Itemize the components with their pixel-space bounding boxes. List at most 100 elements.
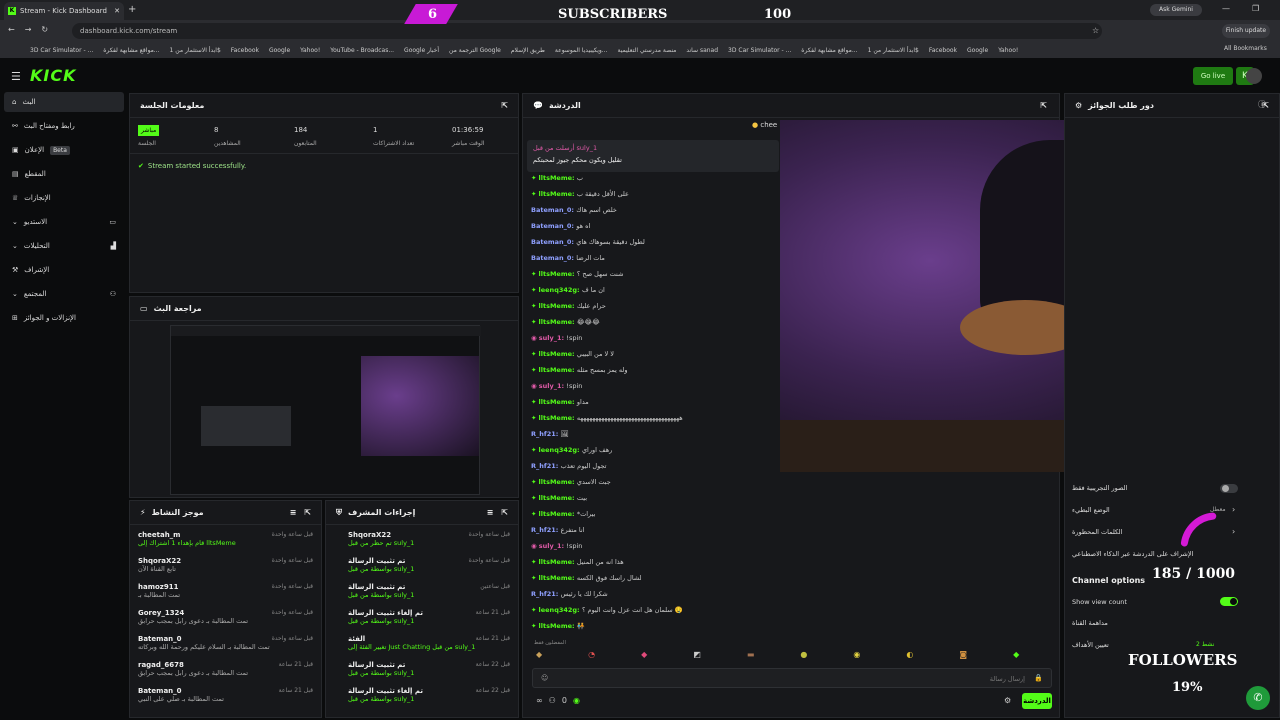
setting-goals[interactable]: تعيين الأهداف	[1072, 641, 1109, 649]
sidebar-item-moderation[interactable]: ⚒ الإشراف	[4, 260, 124, 280]
chat-message[interactable]: ✦ leenq342g: سلمان هل انت عزل وانت اليوم…	[531, 606, 683, 614]
emote-icon[interactable]: ◩	[693, 650, 701, 664]
all-bookmarks[interactable]: All Bookmarks	[1224, 45, 1267, 52]
chat-message[interactable]: Bateman_0: لطول دقيقة بسوهاك هاي	[531, 238, 645, 246]
chat-message[interactable]: ✦ lltsMeme: لشال راسك فوق الكسه	[531, 574, 642, 582]
setting-banned-words[interactable]: الكلمات المحظورة	[1072, 528, 1122, 536]
setting-slow-mode[interactable]: الوضع البطيء	[1072, 506, 1110, 514]
emote-icon[interactable]: ◆	[536, 650, 542, 664]
chat-message[interactable]: Bateman_0: خلص اسم هاك	[531, 206, 617, 214]
chat-message[interactable]: ◉ suly_1: !spin	[531, 382, 582, 390]
chat-message[interactable]: ✦ lltsMeme: 🧑‍🤝‍🧑	[531, 622, 585, 630]
bookmark-item[interactable]: Google	[967, 47, 988, 54]
chat-username[interactable]: lltsMeme:	[539, 270, 577, 278]
chat-message[interactable]: ✦ lltsMeme: جبت الاسدي	[531, 478, 611, 486]
emotes-only-toggle[interactable]	[1220, 484, 1238, 493]
finish-update-button[interactable]: Finish update	[1222, 24, 1270, 38]
chat-username[interactable]: Bateman_0:	[531, 254, 576, 262]
forward-icon[interactable]: →	[25, 25, 32, 34]
bookmark-item[interactable]: منصة مدرستي التعليمية	[618, 47, 677, 54]
chat-message[interactable]: ✦ lltsMeme: مداو	[531, 398, 589, 406]
chat-message[interactable]: ✦ lltsMeme: ب	[531, 174, 583, 182]
chat-message[interactable]: ✦ leenq342g: ان ما ف	[531, 286, 605, 294]
chat-message[interactable]: Bateman_0: مات الرضا	[531, 254, 605, 262]
bookmark-item[interactable]: Facebook	[929, 47, 957, 54]
kick-logo[interactable]: KICK	[30, 66, 77, 85]
bookmark-item[interactable]: الترجمة من Google	[449, 47, 501, 54]
sidebar-item-analytics[interactable]: ⌄ التحليلات ▟	[4, 236, 124, 256]
sidebar-item-achievements[interactable]: ♕ الإنجازات	[4, 188, 124, 208]
chat-message[interactable]: ✦ lltsMeme: لا لا من البيبي	[531, 350, 614, 358]
emoji-icon[interactable]: ☺	[541, 674, 548, 682]
popout-icon[interactable]: ⇱	[304, 508, 311, 517]
chat-username[interactable]: lltsMeme:	[539, 622, 577, 630]
url-field[interactable]: dashboard.kick.com/stream	[72, 23, 1102, 39]
chat-message[interactable]: R_hf21: انا متفرع	[531, 526, 584, 534]
chat-message[interactable]: ✦ lltsMeme: حرام عليك	[531, 302, 606, 310]
popout-icon[interactable]: ⇱	[501, 101, 508, 110]
chat-username[interactable]: lltsMeme:	[539, 190, 577, 198]
chat-message[interactable]: R_hf21: تجول اليوم تعذب	[531, 462, 606, 470]
emote-icon[interactable]: ◉	[853, 650, 860, 664]
chat-message[interactable]: ✦ leenq342g: رهف اوراي	[531, 446, 612, 454]
chat-message[interactable]: ✦ lltsMeme: بيت	[531, 494, 587, 502]
help-chat-button[interactable]: ✆	[1246, 686, 1270, 710]
emote-icon[interactable]: ◐	[906, 650, 913, 664]
chat-username[interactable]: R_hf21:	[531, 590, 561, 598]
reload-icon[interactable]: ↻	[41, 25, 48, 34]
sidebar-item-live[interactable]: ⌂ البث	[4, 92, 124, 112]
chat-username[interactable]: R_hf21:	[531, 430, 561, 438]
chat-message[interactable]: ✦ lltsMeme: شنت سهل صح ؟	[531, 270, 623, 278]
bookmark-item[interactable]: مواقع مشابهة لفكرة...	[801, 47, 857, 54]
sidebar-item-stream-key[interactable]: ⚯ رابط ومفتاح البث	[4, 116, 124, 136]
bookmark-item[interactable]: ساند sanad	[686, 47, 718, 54]
bookmark-item[interactable]: ابدأ الاستثمار من 1$	[170, 47, 221, 54]
bookmark-star-icon[interactable]: ☆	[1092, 26, 1099, 35]
emote-icon[interactable]: ◆	[641, 650, 647, 664]
chat-message[interactable]: ◉ suly_1: !spin	[531, 334, 582, 342]
avatar[interactable]	[1246, 68, 1262, 84]
bookmark-item[interactable]: Google أخبار	[404, 47, 439, 54]
popout-icon[interactable]: ⇱	[501, 508, 508, 517]
chat-message[interactable]: ✦ lltsMeme: وله يمز بمسح مثله	[531, 366, 627, 374]
bookmark-item[interactable]: YouTube - Broadcas...	[330, 47, 394, 54]
show-view-count-toggle[interactable]	[1220, 597, 1238, 606]
chat-message[interactable]: ✦ lltsMeme: على الأقل دقيقة ب	[531, 190, 629, 198]
bookmark-item[interactable]: 3D Car Simulator - ...	[728, 47, 791, 54]
minimize-icon[interactable]: —	[1222, 4, 1230, 13]
bookmark-item[interactable]: Facebook	[231, 47, 259, 54]
chat-username[interactable]: suly_1:	[539, 334, 567, 342]
chat-username[interactable]: lltsMeme:	[539, 302, 577, 310]
chat-message[interactable]: R_hf21: شكرا لك يا رئيس	[531, 590, 608, 598]
bookmark-item[interactable]: طريق الإسلام	[511, 47, 545, 54]
bookmark-item[interactable]: Yahoo!	[998, 47, 1018, 54]
chat-username[interactable]: lltsMeme:	[539, 414, 577, 422]
sidebar-item-studio[interactable]: ⌄ الاستديو ▭	[4, 212, 124, 232]
chat-message[interactable]: ✦ lltsMeme: 😂😂😂	[531, 318, 600, 326]
chat-username[interactable]: lltsMeme:	[539, 510, 577, 518]
setting-raid[interactable]: مداهمة القناة	[1072, 619, 1108, 627]
bookmark-item[interactable]: Yahoo!	[300, 47, 320, 54]
chat-username[interactable]: leenq342g:	[539, 446, 582, 454]
chat-username[interactable]: suly_1:	[539, 382, 567, 390]
info-icon[interactable]: ⓘ	[1258, 99, 1266, 110]
back-icon[interactable]: ←	[8, 25, 15, 34]
filter-icon[interactable]: ≡	[487, 508, 494, 517]
maximize-icon[interactable]: ❐	[1252, 4, 1259, 13]
chat-username[interactable]: lltsMeme:	[539, 398, 577, 406]
chat-input[interactable]: ☺ إرسال رسالة 🔒	[532, 668, 1052, 688]
emote-icon[interactable]: ◆	[1013, 650, 1019, 664]
send-chat-button[interactable]: الدردشة	[1022, 693, 1052, 709]
pinned-message[interactable]: أرسلت من قبل suly_1 تقليل ويكون محكم جيو…	[527, 140, 779, 172]
emote-icon[interactable]: ◔	[588, 650, 595, 664]
chat-username[interactable]: suly_1:	[539, 542, 567, 550]
chat-username[interactable]: Bateman_0:	[531, 222, 576, 230]
new-tab-icon[interactable]: +	[128, 4, 136, 15]
chat-username[interactable]: lltsMeme:	[539, 558, 577, 566]
bookmark-item[interactable]: Google	[269, 47, 290, 54]
ask-gemini-button[interactable]: Ask Gemini	[1150, 4, 1202, 16]
chat-username[interactable]: lltsMeme:	[539, 174, 577, 182]
sidebar-item-clips[interactable]: ▤ المقطع	[4, 164, 124, 184]
chat-username[interactable]: lltsMeme:	[539, 494, 577, 502]
bookmark-item[interactable]: مواقع مشابهة لفكرة...	[103, 47, 159, 54]
